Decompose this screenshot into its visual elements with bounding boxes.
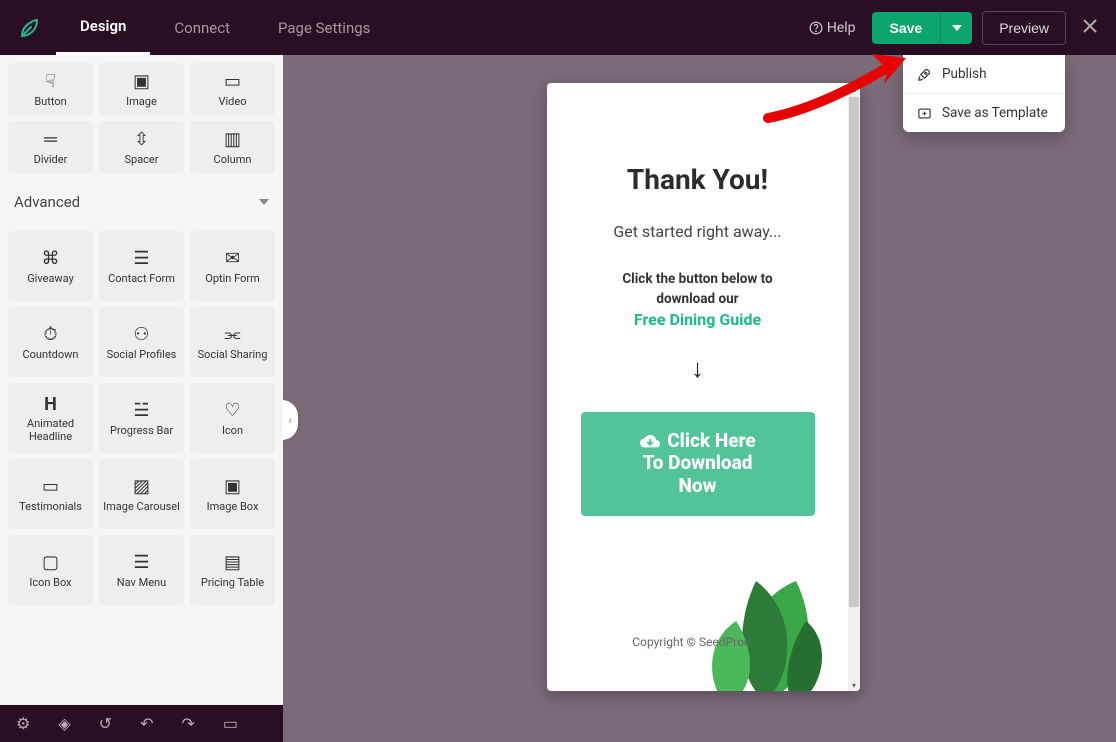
iconbox-icon: ▢ (42, 554, 59, 572)
header-tabs: Design Connect Page Settings (56, 0, 394, 55)
caret-down-icon (952, 25, 962, 31)
block-button[interactable]: ☟Button (8, 63, 93, 115)
free-guide-link[interactable]: Free Dining Guide (622, 310, 772, 329)
close-icon (1082, 18, 1098, 34)
block-nav-menu[interactable]: ☰Nav Menu (99, 535, 184, 605)
save-dropdown-menu: Publish Save as Template (903, 55, 1065, 132)
menu-item-save-template[interactable]: Save as Template (903, 94, 1065, 132)
mail-icon: ✉ (225, 250, 240, 268)
block-image-carousel[interactable]: ▨Image Carousel (99, 459, 184, 529)
pricing-icon: ▤ (224, 554, 241, 572)
app-logo[interactable] (12, 11, 46, 45)
imagebox-icon: ▣ (224, 478, 241, 496)
scroll-thumb[interactable] (849, 97, 859, 607)
block-video[interactable]: ▭Video (190, 63, 275, 115)
video-icon: ▭ (224, 73, 241, 91)
undo-icon[interactable]: ↶ (140, 714, 153, 733)
gift-icon: ⌘ (42, 250, 60, 268)
block-optin-form[interactable]: ✉Optin Form (190, 231, 275, 301)
block-image-box[interactable]: ▣Image Box (190, 459, 275, 529)
menu-icon: ☰ (133, 554, 149, 572)
history-icon[interactable]: ↺ (99, 714, 112, 733)
block-image[interactable]: ▣Image (99, 63, 184, 115)
preview-scrollbar[interactable]: ▴ ▾ (848, 83, 860, 691)
heart-icon: ♡ (224, 402, 240, 420)
block-giveaway[interactable]: ⌘Giveaway (8, 231, 93, 301)
block-column[interactable]: ▥Column (190, 121, 275, 173)
block-divider[interactable]: ═Divider (8, 121, 93, 173)
instructions-text: Click the button below to download our F… (622, 269, 772, 329)
scroll-down-icon[interactable]: ▾ (848, 679, 860, 691)
arrow-icon: ↓ (691, 353, 704, 384)
desktop-icon[interactable]: ▭ (223, 714, 238, 733)
preview-button[interactable]: Preview (982, 11, 1066, 45)
layers-icon[interactable]: ◈ (58, 714, 70, 733)
stopwatch-icon: ⏱ (43, 326, 57, 344)
cursor-icon: ☟ (45, 73, 56, 91)
sidebar-collapse-handle[interactable]: ‹ (282, 400, 298, 440)
settings-icon[interactable]: ⚙ (16, 714, 30, 733)
block-countdown[interactable]: ⏱Countdown (8, 307, 93, 377)
leaf-decoration: Copyright © SeedProd (547, 541, 836, 691)
block-progress-bar[interactable]: ☱Progress Bar (99, 383, 184, 453)
download-button[interactable]: Click Here To Download Now (581, 412, 815, 516)
block-icon[interactable]: ♡Icon (190, 383, 275, 453)
progress-icon: ☱ (133, 402, 149, 420)
mobile-preview: Thank You! Get started right away... Cli… (547, 83, 860, 691)
save-button[interactable]: Save (872, 12, 941, 44)
block-social-sharing[interactable]: ⫘Social Sharing (190, 307, 275, 377)
canvas: ‹ Thank You! Get started right away... C… (283, 55, 1116, 742)
leaf-icon (17, 16, 41, 40)
tab-connect[interactable]: Connect (150, 0, 254, 55)
scroll-up-icon[interactable]: ▴ (848, 83, 860, 95)
help-icon (809, 21, 823, 35)
page-subtitle: Get started right away... (613, 222, 781, 241)
rocket-icon (917, 67, 932, 82)
template-icon (917, 106, 932, 121)
tab-design[interactable]: Design (56, 0, 150, 55)
save-dropdown-button[interactable] (940, 12, 972, 44)
chevron-down-icon (259, 199, 269, 205)
spacer-icon: ⇳ (134, 131, 149, 149)
form-icon: ☰ (133, 250, 149, 268)
divider-icon: ═ (44, 131, 57, 149)
cloud-download-icon (639, 430, 661, 452)
close-button[interactable] (1076, 15, 1104, 40)
people-icon: ⚇ (133, 326, 149, 344)
image-icon: ▣ (133, 73, 150, 91)
block-testimonials[interactable]: ▭Testimonials (8, 459, 93, 529)
column-icon: ▥ (224, 131, 241, 149)
heading-icon: H (44, 396, 57, 414)
copyright-text: Copyright © SeedProd (632, 635, 750, 649)
block-spacer[interactable]: ⇳Spacer (99, 121, 184, 173)
bottombar: ⚙ ◈ ↺ ↶ ↷ ▭ (0, 705, 283, 742)
block-social-profiles[interactable]: ⚇Social Profiles (99, 307, 184, 377)
block-pricing-table[interactable]: ▤Pricing Table (190, 535, 275, 605)
blocks-sidebar: ☟Button ▣Image ▭Video ═Divider ⇳Spacer ▥… (0, 55, 283, 705)
share-icon: ⫘ (224, 326, 240, 344)
topbar: Design Connect Page Settings Help Save P… (0, 0, 1116, 55)
chat-icon: ▭ (42, 478, 59, 496)
redo-icon[interactable]: ↷ (181, 714, 194, 733)
page-title: Thank You! (627, 163, 768, 196)
block-icon-box[interactable]: ▢Icon Box (8, 535, 93, 605)
section-advanced[interactable]: Advanced (0, 181, 283, 223)
carousel-icon: ▨ (133, 478, 150, 496)
block-contact-form[interactable]: ☰Contact Form (99, 231, 184, 301)
tab-page-settings[interactable]: Page Settings (254, 0, 394, 55)
menu-item-publish[interactable]: Publish (903, 55, 1065, 94)
block-animated-headline[interactable]: HAnimated Headline (8, 383, 93, 453)
help-link[interactable]: Help (809, 20, 856, 36)
